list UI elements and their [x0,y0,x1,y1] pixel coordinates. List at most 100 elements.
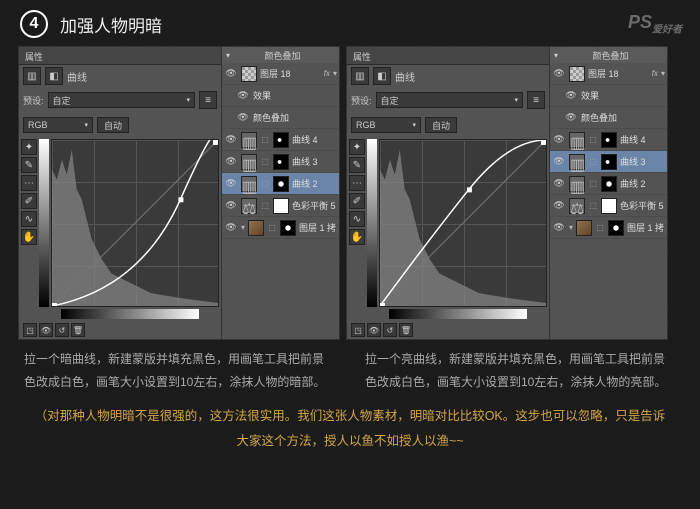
eyedropper-icon[interactable]: ✎ [21,157,37,173]
visibility-icon[interactable]: 👁 [224,221,238,235]
smooth-icon[interactable]: ∿ [21,211,37,227]
mask-icon[interactable]: ◧ [45,67,63,85]
auto-button[interactable]: 自动 [97,117,129,133]
trash-icon[interactable]: 🗑 [399,323,413,337]
mask-thumb[interactable] [273,132,289,148]
hand-icon[interactable]: ✋ [349,229,365,245]
layer-thumb[interactable] [569,66,585,82]
properties-tab[interactable]: 属性 [347,47,549,65]
visibility-icon[interactable]: 👁 [552,221,566,235]
visibility-icon[interactable]: 👁 [224,155,238,169]
clip-icon[interactable]: ◳ [351,323,365,337]
chevron-down-icon[interactable]: ▾ [554,51,558,60]
visibility-icon[interactable]: 👁 [224,133,238,147]
mask-thumb[interactable] [273,176,289,192]
layer-effect-row[interactable]: 👁颜色叠加 [222,107,339,129]
reset-icon[interactable]: ↺ [383,323,397,337]
layer-row[interactable]: 👁⚖⬚色彩平衡 5 [222,195,339,217]
preset-select[interactable]: 自定▾ [376,92,523,108]
visibility-icon[interactable]: 👁 [224,67,238,81]
pencil-icon[interactable]: ✐ [349,193,365,209]
layer-thumb[interactable] [241,66,257,82]
eye-icon[interactable]: 👁 [367,323,381,337]
layer-effect-row[interactable]: 👁效果 [222,85,339,107]
eyedropper-icon[interactable]: ✎ [349,157,365,173]
visibility-icon[interactable]: 👁 [564,111,578,125]
clip-icon[interactable]: ◳ [23,323,37,337]
menu-icon[interactable]: ≡ [199,91,217,109]
layer-effect-row[interactable]: 👁颜色叠加 [550,107,667,129]
layer-effect-row[interactable]: 👁效果 [550,85,667,107]
visibility-icon[interactable]: 👁 [552,199,566,213]
hand-icon[interactable]: ✋ [21,229,37,245]
mask-icon[interactable]: ◧ [373,67,391,85]
layer-row[interactable]: 👁⚖⬚色彩平衡 5 [550,195,667,217]
visibility-icon[interactable]: 👁 [224,177,238,191]
layer-row[interactable]: 👁▾⬚图层 1 拷... [222,217,339,239]
visibility-icon[interactable]: 👁 [552,177,566,191]
channel-select[interactable]: RGB▾ [23,117,93,133]
adj-thumb[interactable]: ▥ [569,154,585,170]
mask-thumb[interactable] [601,132,617,148]
adj-thumb[interactable]: ▥ [241,132,257,148]
point-icon[interactable]: ⋯ [21,175,37,191]
curve-canvas-light[interactable] [379,139,547,307]
chevron-icon[interactable]: ▾ [241,223,245,232]
adj-thumb[interactable]: ▥ [569,176,585,192]
mask-thumb[interactable] [280,220,296,236]
mask-thumb[interactable] [601,154,617,170]
chevron-icon[interactable]: ▾ [569,223,573,232]
reset-icon[interactable]: ↺ [55,323,69,337]
layer-thumb[interactable] [248,220,264,236]
layer-row[interactable]: 👁▥⬚曲线 2 [550,173,667,195]
layer-row[interactable]: 👁▾⬚图层 1 拷... [550,217,667,239]
visibility-icon[interactable]: 👁 [552,67,566,81]
visibility-icon[interactable]: 👁 [552,133,566,147]
mask-thumb[interactable] [608,220,624,236]
blend-mode[interactable]: 颜色叠加 [593,49,629,62]
adj-thumb[interactable]: ⚖ [569,198,585,214]
visibility-icon[interactable]: 👁 [236,111,250,125]
visibility-icon[interactable]: 👁 [224,199,238,213]
channel-select[interactable]: RGB▾ [351,117,421,133]
eye-icon[interactable]: 👁 [39,323,53,337]
pencil-icon[interactable]: ✐ [21,193,37,209]
visibility-icon[interactable]: 👁 [552,155,566,169]
mask-thumb[interactable] [273,154,289,170]
point-icon[interactable]: ⋯ [349,175,365,191]
adj-thumb[interactable]: ▥ [241,154,257,170]
layer-row[interactable]: 👁▥⬚曲线 4 [222,129,339,151]
chevron-icon[interactable]: ▾ [661,69,665,78]
preset-select[interactable]: 自定▾ [48,92,195,108]
trash-icon[interactable]: 🗑 [71,323,85,337]
layer-row[interactable]: 👁图层 18fx▾ [222,63,339,85]
visibility-icon[interactable]: 👁 [564,89,578,103]
chevron-down-icon[interactable]: ▾ [226,51,230,60]
mask-thumb[interactable] [601,198,617,214]
adj-thumb[interactable]: ▥ [241,176,257,192]
smooth-icon[interactable]: ∿ [349,211,365,227]
layer-row[interactable]: 👁▥⬚曲线 3 [222,151,339,173]
layer-row-selected[interactable]: 👁▥⬚曲线 3 [550,151,667,173]
menu-icon[interactable]: ≡ [527,91,545,109]
adj-thumb[interactable]: ⚖ [241,198,257,214]
visibility-icon[interactable]: 👁 [236,89,250,103]
auto-button[interactable]: 自动 [425,117,457,133]
layer-thumb[interactable] [576,220,592,236]
panel-footer: ◳ 👁 ↺ 🗑 [347,321,549,339]
instruction-left: 拉一个暗曲线，新建蒙版并填充黑色，用画笔工具把前景色改成白色，画笔大小设置到10… [24,348,335,394]
mask-thumb[interactable] [273,198,289,214]
layer-row[interactable]: 👁▥⬚曲线 4 [550,129,667,151]
blend-mode[interactable]: 颜色叠加 [265,49,301,62]
layer-row[interactable]: 👁图层 18fx▾ [550,63,667,85]
adj-thumb[interactable]: ▥ [569,132,585,148]
light-curve[interactable] [380,140,546,306]
properties-tab[interactable]: 属性 [19,47,221,65]
layer-row-selected[interactable]: 👁▥⬚曲线 2 [222,173,339,195]
sampler-icon[interactable]: ✦ [349,139,365,155]
chevron-icon[interactable]: ▾ [333,69,337,78]
curve-canvas-dark[interactable] [51,139,219,307]
dark-curve[interactable] [52,140,218,306]
mask-thumb[interactable] [601,176,617,192]
sampler-icon[interactable]: ✦ [21,139,37,155]
